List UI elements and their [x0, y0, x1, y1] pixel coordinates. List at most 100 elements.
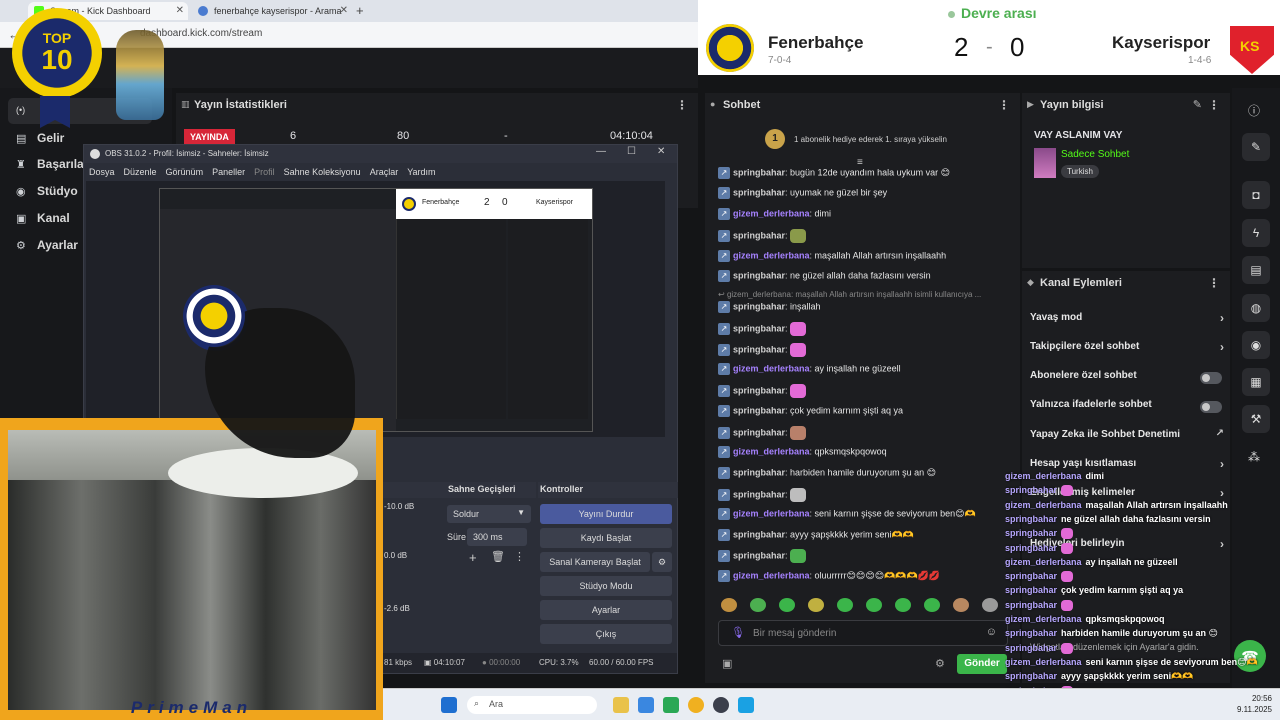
emote-icon[interactable]: [982, 598, 998, 612]
chat-username[interactable]: springbahar: [733, 550, 785, 560]
layout-icon[interactable]: ▦: [1242, 368, 1270, 396]
channel-action-item[interactable]: Abonelere özel sohbet: [1030, 370, 1230, 390]
obs-menu-item[interactable]: Araçlar: [370, 167, 399, 177]
chrome-icon[interactable]: [688, 697, 704, 713]
settings-button[interactable]: Ayarlar: [540, 600, 672, 620]
address-bar[interactable]: ← dashboard.kick.com/stream: [0, 22, 698, 48]
gear-icon[interactable]: ⚙: [652, 552, 672, 572]
obs-menu-item[interactable]: Sahne Koleksiyonu: [284, 167, 361, 177]
emote-icon[interactable]: [924, 598, 940, 612]
channel-action-item[interactable]: Yapay Zeka ile Sohbet Denetimi ↗: [1030, 428, 1230, 449]
chat-username[interactable]: springbahar: [733, 385, 785, 395]
home-team-record: 7-0-4: [768, 55, 792, 66]
gift-icon[interactable]: ▣: [722, 657, 732, 670]
channel-action-item[interactable]: Takipçilere özel sohbet ›: [1030, 340, 1230, 361]
chat-username[interactable]: springbahar: [733, 405, 785, 415]
virtual-camera-button[interactable]: Sanal Kamerayı Başlat: [540, 552, 650, 572]
channel-action-item[interactable]: Yalnızca ifadelerle sohbet: [1030, 399, 1230, 419]
stop-stream-button[interactable]: Yayını Durdur: [540, 504, 672, 524]
more-icon[interactable]: ⋮: [676, 98, 688, 112]
emote-icon[interactable]: [895, 598, 911, 612]
chat-username[interactable]: gizem_derlerbana: [733, 446, 810, 456]
emote-icon[interactable]: [808, 598, 824, 612]
info-icon[interactable]: ⓘ: [1248, 102, 1260, 119]
apps-icon[interactable]: ⁂: [1248, 450, 1260, 464]
chat-username[interactable]: springbahar: [733, 344, 785, 354]
chat-bubble-icon[interactable]: ◍: [1242, 294, 1270, 322]
lightning-icon[interactable]: ϟ: [1242, 219, 1270, 247]
chat-username[interactable]: springbahar: [733, 427, 785, 437]
chat-username[interactable]: springbahar: [733, 489, 785, 499]
emote-icon[interactable]: [750, 598, 766, 612]
duration-input[interactable]: 300 ms: [467, 528, 527, 546]
windows-start-icon[interactable]: [441, 697, 457, 713]
close-icon[interactable]: ✕: [176, 5, 184, 16]
obs-icon[interactable]: [713, 697, 729, 713]
chat-username[interactable]: gizem_derlerbana: [733, 508, 810, 518]
exit-button[interactable]: Çıkış: [540, 624, 672, 644]
chat-username[interactable]: springbahar: [733, 270, 785, 280]
more-icon[interactable]: ⋮: [514, 550, 525, 563]
wrench-icon[interactable]: ⚒: [1242, 405, 1270, 433]
chat-username[interactable]: springbahar: [733, 301, 785, 311]
obs-menu-item[interactable]: Görünüm: [166, 167, 204, 177]
send-button[interactable]: Gönder: [957, 654, 1007, 674]
edge-icon[interactable]: [638, 697, 654, 713]
microphone-icon[interactable]: 🎙: [731, 626, 745, 639]
emote-icon[interactable]: [953, 598, 969, 612]
emote-icon[interactable]: [866, 598, 882, 612]
obs-menu-item[interactable]: Profil: [254, 167, 275, 177]
camera-icon[interactable]: ◘: [1242, 181, 1270, 209]
chat-username[interactable]: springbahar: [733, 529, 785, 539]
category-name[interactable]: Sadece Sohbet: [1061, 149, 1129, 160]
obs-menu-item[interactable]: Yardım: [407, 167, 435, 177]
chat-username[interactable]: springbahar: [733, 323, 785, 333]
new-tab-button[interactable]: +: [356, 3, 364, 18]
obs-preview[interactable]: Fenerbahçe 2 0 Kayserispor: [86, 181, 665, 437]
obs-menu-item[interactable]: Dosya: [89, 167, 115, 177]
pencil-icon[interactable]: ✎: [1242, 133, 1270, 161]
sidebar-item-gelir[interactable]: ▤ Gelir: [16, 131, 96, 145]
emote-icon[interactable]: [779, 598, 795, 612]
emoji-icon[interactable]: ☺: [986, 626, 997, 638]
chat-username[interactable]: gizem_derlerbana: [733, 363, 810, 373]
more-icon[interactable]: ⋮: [998, 98, 1010, 112]
chat-username[interactable]: springbahar: [733, 467, 785, 477]
channel-action-item[interactable]: Yavaş mod ›: [1030, 311, 1230, 332]
app-icon[interactable]: [738, 697, 754, 713]
toggle-switch[interactable]: [1200, 372, 1222, 384]
obs-menu-item[interactable]: Düzenle: [124, 167, 157, 177]
chat-input[interactable]: 🎙 Bir mesaj gönderin ☺: [718, 620, 1008, 646]
start-recording-button[interactable]: Kaydı Başlat: [540, 528, 672, 548]
obs-menu-item[interactable]: Paneller: [212, 167, 245, 177]
transition-select[interactable]: Soldur ▼: [447, 505, 531, 523]
edit-icon[interactable]: ✎: [1193, 98, 1202, 111]
settings-icon[interactable]: ⚙: [935, 657, 945, 670]
emote-bar[interactable]: [718, 598, 1008, 614]
whatsapp-icon[interactable]: [663, 697, 679, 713]
studio-mode-button[interactable]: Stüdyo Modu: [540, 576, 672, 596]
more-icon[interactable]: ⋮: [1208, 276, 1220, 290]
close-icon[interactable]: ✕: [340, 5, 348, 16]
chat-username[interactable]: gizem_derlerbana: [733, 208, 810, 218]
emote-icon[interactable]: [837, 598, 853, 612]
folder-icon[interactable]: [613, 697, 629, 713]
toggle-switch[interactable]: [1200, 401, 1222, 413]
kick-badge-icon: ↗: [718, 208, 730, 220]
chat-username[interactable]: gizem_derlerbana: [733, 570, 810, 580]
add-icon[interactable]: +: [469, 550, 477, 565]
tab-search[interactable]: fenerbahçe kayserispor - Arama ✕: [192, 2, 352, 20]
taskbar-search[interactable]: ⌕ Ara: [467, 696, 597, 714]
emote-icon[interactable]: [721, 598, 737, 612]
more-icon[interactable]: ⋮: [1208, 98, 1220, 112]
broadcast-icon[interactable]: ◉: [1242, 331, 1270, 359]
chat-username[interactable]: springbahar: [733, 167, 785, 177]
trash-icon[interactable]: 🗑: [491, 550, 505, 563]
chat-username[interactable]: springbahar: [733, 187, 785, 197]
close-icon[interactable]: ✕: [657, 146, 665, 157]
chat-username[interactable]: gizem_derlerbana: [733, 250, 810, 260]
maximize-icon[interactable]: ☐: [627, 146, 636, 157]
minimize-icon[interactable]: —: [596, 146, 606, 157]
document-icon[interactable]: ▤: [1242, 256, 1270, 284]
chat-username[interactable]: springbahar: [733, 230, 785, 240]
